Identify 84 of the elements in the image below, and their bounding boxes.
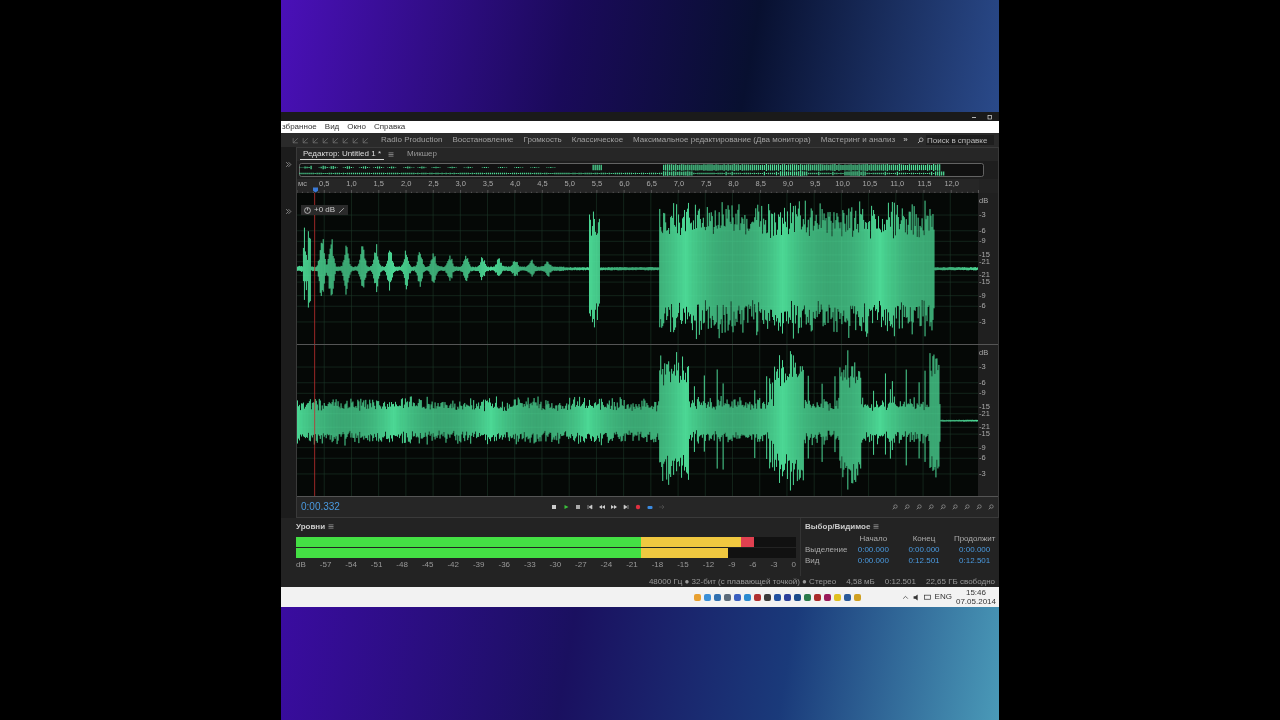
clock-date: 07.05.2014: [955, 597, 996, 606]
time-value[interactable]: 0:00.000: [849, 546, 898, 554]
level-scale-label: -24: [600, 561, 613, 569]
record-button[interactable]: [635, 504, 641, 510]
status-text: 0:12.501: [884, 577, 916, 586]
level-scale-label: -27: [575, 561, 587, 569]
level-scale-label: -30: [549, 561, 562, 569]
restore-icon[interactable]: [987, 113, 993, 120]
search-icon[interactable]: [917, 136, 924, 144]
level-scale-label: -48: [396, 561, 408, 569]
level-scale-label: -51: [370, 561, 383, 569]
current-time: 0:00.332: [301, 502, 341, 512]
monitor-icon[interactable]: [923, 593, 931, 601]
time-value[interactable]: 0:12.501: [950, 557, 999, 565]
knob-icon[interactable]: [304, 206, 311, 214]
level-scale-label: dB: [296, 561, 306, 569]
language-indicator[interactable]: ENG: [934, 593, 952, 601]
skip-back-button[interactable]: [587, 504, 593, 510]
level-scale-label: -15: [677, 561, 689, 569]
more-button[interactable]: »: [903, 136, 908, 144]
overview-waveform[interactable]: [299, 163, 984, 177]
speaker-icon[interactable]: [912, 593, 920, 601]
menu-item[interactable]: Справка: [373, 123, 406, 131]
level-scale-label: -42: [447, 561, 459, 569]
time-value[interactable]: 0:00.000: [899, 546, 949, 554]
zoom-icon[interactable]: [916, 504, 922, 510]
workspace-tab[interactable]: Классическое: [567, 136, 628, 144]
pin-icon[interactable]: [338, 206, 346, 214]
time-value[interactable]: 0:00.000: [950, 546, 999, 554]
panel-title: Выбор/Видимое: [805, 522, 871, 531]
menu-item[interactable]: Окно: [347, 123, 366, 131]
chevron-up-icon[interactable]: [901, 593, 909, 601]
rewind-button[interactable]: [599, 504, 605, 510]
workspace-tab[interactable]: Мастеринг и анализ: [816, 136, 900, 144]
level-scale-label: -3: [770, 561, 778, 569]
fast-forward-button[interactable]: [611, 504, 617, 510]
zoom-icon[interactable]: [940, 504, 946, 510]
zoom-icon[interactable]: [928, 504, 934, 510]
expand-icon[interactable]: [285, 208, 292, 215]
panel-menu-icon[interactable]: [388, 152, 394, 157]
status-text: 48000 Гц ● 32-бит (с плавающей точкой) ● Стерео: [648, 577, 837, 586]
workspace-tab[interactable]: Максимальное редактирование (Два монитора): [629, 136, 815, 144]
status-text: 4,58 мБ: [846, 577, 875, 586]
level-scale-label: 0: [791, 561, 796, 569]
level-scale-label: -33: [524, 561, 536, 569]
expand-icon[interactable]: [285, 161, 292, 168]
status-text: 22,65 ГБ свободно: [925, 577, 995, 586]
level-scale-label: -9: [728, 561, 736, 569]
play-button[interactable]: [563, 504, 569, 510]
help-search-field[interactable]: Поиск в справке: [926, 135, 994, 145]
level-scale-label: -45: [421, 561, 434, 569]
row-label: Выделение: [805, 546, 847, 554]
level-scale-label: -12: [702, 561, 715, 569]
column-header: Конец: [911, 535, 937, 543]
time-value[interactable]: 0:00.000: [849, 557, 898, 565]
level-scale-label: -36: [498, 561, 511, 569]
row-label: Вид: [805, 557, 821, 565]
level-scale-label: -6: [749, 561, 757, 569]
workspace-tab[interactable]: Восстановление: [448, 136, 518, 144]
panel-tab[interactable]: Редактор: Untitled 1 *: [300, 149, 384, 160]
panel-title: Уровни: [296, 522, 326, 531]
panel-menu-icon[interactable]: [873, 524, 880, 529]
time-value[interactable]: 0:12.501: [899, 557, 949, 565]
skip-forward-button[interactable]: [623, 504, 629, 510]
level-scale-label: -39: [472, 561, 485, 569]
loop-button[interactable]: [647, 504, 653, 510]
menu-item[interactable]: Вид: [324, 123, 340, 131]
clock-time: 15:46: [965, 588, 986, 597]
waveform-drawing[interactable]: [297, 193, 978, 344]
menu-item[interactable]: збранное: [282, 123, 317, 131]
workspace-tab[interactable]: Radio Production: [377, 136, 447, 144]
level-scale-label: -21: [626, 561, 638, 569]
column-header: Продолжит: [952, 535, 997, 543]
column-header: Начало: [858, 535, 889, 543]
waveform-drawing[interactable]: [297, 345, 978, 496]
panel-tab[interactable]: Микшер: [404, 149, 440, 160]
level-scale-label: -54: [345, 561, 357, 569]
workspace-tab[interactable]: Громкость: [519, 136, 566, 144]
playhead-marker-icon[interactable]: [313, 187, 318, 193]
panel-menu-icon[interactable]: [328, 524, 335, 529]
level-scale-label: -18: [651, 561, 664, 569]
gain-value: +0 dB: [314, 206, 336, 214]
stop-button[interactable]: [551, 504, 557, 510]
level-scale-label: -57: [319, 561, 332, 569]
